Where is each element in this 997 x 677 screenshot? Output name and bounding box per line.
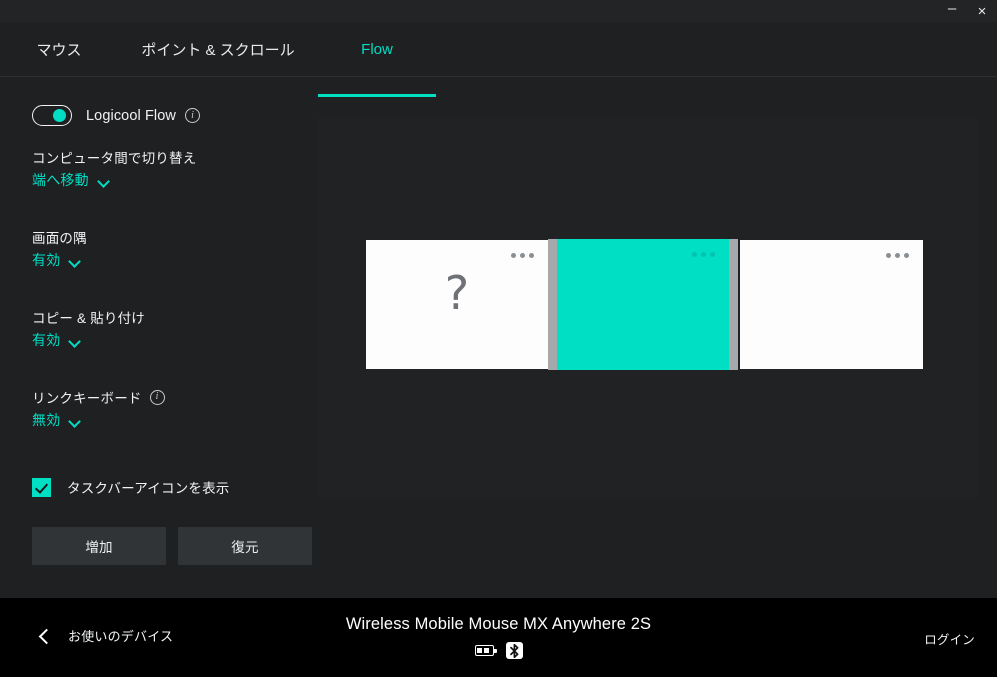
device-status-icons	[0, 642, 997, 659]
show-taskbar-icon-label: タスクバーアイコンを表示	[67, 481, 230, 496]
title-bar: – ×	[0, 0, 997, 22]
setting-label: リンクキーボード i	[32, 387, 292, 407]
show-taskbar-icon-checkbox[interactable]	[32, 477, 51, 497]
flow-preview-panel: ?	[318, 117, 977, 497]
setting-value: 有効	[32, 332, 61, 348]
setting-dropdown[interactable]: 端へ移動	[32, 170, 109, 190]
unknown-computer-icon: ?	[444, 266, 470, 320]
tab-bar: マウス ポイント & スクロール Flow	[0, 22, 997, 97]
add-button[interactable]: 増加	[32, 527, 166, 565]
tab-flow[interactable]: Flow	[318, 22, 436, 77]
setting-label: 画面の隅	[32, 227, 292, 247]
close-button[interactable]: ×	[967, 0, 997, 22]
setting-screen-corner: 画面の隅 有効	[32, 227, 292, 270]
setting-label: コンピュータ間で切り替え	[32, 147, 292, 167]
screen-mid[interactable]	[548, 239, 738, 370]
toggle-knob	[53, 108, 66, 122]
logicool-flow-label: Logicool Flow	[86, 107, 176, 124]
screen-menu-icon[interactable]	[511, 253, 534, 258]
window-controls: – ×	[937, 0, 997, 22]
chevron-down-icon	[98, 177, 109, 184]
logicool-flow-toggle[interactable]	[32, 105, 72, 126]
info-icon[interactable]: i	[149, 389, 165, 405]
taskbar-icon-row: タスクバーアイコンを表示	[32, 477, 230, 497]
settings-sidebar: Logicool Flow i コンピュータ間で切り替え 端へ移動 画面の隅 有…	[0, 77, 318, 598]
screen-menu-icon[interactable]	[692, 252, 715, 257]
chevron-down-icon	[69, 417, 80, 424]
setting-label-text: コピー & 貼り付け	[32, 311, 146, 326]
chevron-down-icon	[69, 257, 80, 264]
screen-arrangement: ?	[366, 239, 923, 370]
tab-point-and-scroll[interactable]: ポイント & スクロール	[118, 22, 318, 77]
setting-dropdown[interactable]: 有効	[32, 330, 80, 350]
logitech-options-window: – × マウス ポイント & スクロール Flow Logicool Flow …	[0, 0, 997, 677]
setting-copy-and-paste: コピー & 貼り付け 有効	[32, 307, 292, 350]
battery-icon	[474, 645, 497, 656]
setting-label-text: リンクキーボード	[32, 391, 142, 406]
flow-toggle-row: Logicool Flow i	[32, 105, 200, 126]
device-info: Wireless Mobile Mouse MX Anywhere 2S	[0, 615, 997, 659]
setting-link-keyboard: リンクキーボード i 無効	[32, 387, 292, 430]
screen-left[interactable]: ?	[366, 240, 548, 369]
tab-mouse[interactable]: マウス	[0, 22, 118, 77]
device-name: Wireless Mobile Mouse MX Anywhere 2S	[345, 615, 652, 633]
setting-value: 端へ移動	[32, 172, 89, 188]
bluetooth-icon	[505, 642, 523, 659]
chevron-down-icon	[69, 337, 80, 344]
setting-label: コピー & 貼り付け	[32, 307, 292, 327]
screen-right[interactable]	[740, 240, 923, 369]
bottom-bar: お使いのデバイス Wireless Mobile Mouse MX Anywhe…	[0, 598, 997, 677]
sidebar-button-row: 増加 復元	[32, 527, 312, 565]
screen-menu-icon[interactable]	[886, 253, 909, 258]
login-link[interactable]: ログイン	[924, 629, 975, 648]
restore-button[interactable]: 復元	[178, 527, 312, 565]
setting-label-text: 画面の隅	[32, 231, 87, 246]
setting-value: 無効	[32, 412, 61, 428]
setting-dropdown[interactable]: 無効	[32, 410, 80, 430]
info-icon[interactable]: i	[184, 108, 200, 123]
active-tab-indicator	[318, 94, 436, 97]
setting-value: 有効	[32, 252, 61, 268]
setting-label-text: コンピュータ間で切り替え	[32, 151, 197, 166]
setting-dropdown[interactable]: 有効	[32, 250, 80, 270]
setting-switch-between-computers: コンピュータ間で切り替え 端へ移動	[32, 147, 292, 190]
